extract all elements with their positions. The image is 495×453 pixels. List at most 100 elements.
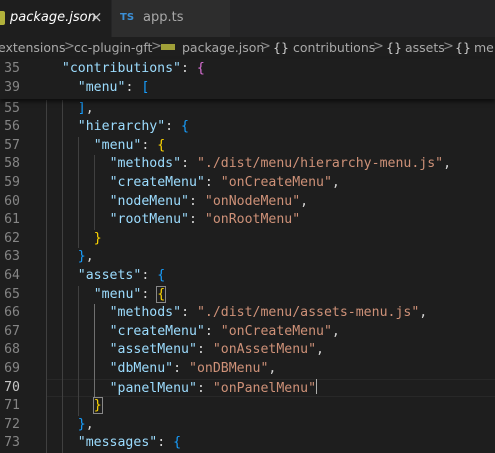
indent-guide [93,304,95,398]
code-line[interactable]: 71} [0,397,495,416]
code-text: "messages": { [78,434,181,453]
bracket: } [77,249,86,265]
code-line[interactable]: 72}, [0,416,495,435]
line-number: 71 [4,398,20,414]
text-cursor [316,378,318,394]
code-line[interactable]: 65 "menu": { [0,285,495,305]
code-line[interactable]: 62} [0,230,495,249]
breadcrumb-item-package-json[interactable]: package.json [182,40,264,55]
line-number: 72 [4,416,20,432]
punctuation: , [268,360,277,376]
json-string: "./dist/menu/hierarchy-menu.js" [196,156,444,172]
punctuation: , [85,249,94,265]
code-line[interactable]: 64 "assets": { [0,267,495,286]
punctuation: : [157,435,174,451]
tab-label: package.json [10,10,96,25]
punctuation: : [189,193,205,209]
code-line[interactable]: 63}, [0,248,495,267]
json-key: "messages" [77,435,158,451]
code-line[interactable]: 39 "menu": [ [0,79,495,98]
breadcrumb-item-extensions[interactable]: extensions [0,40,65,55]
object-icon: {} [386,40,402,55]
json-key: "menu" [93,286,142,302]
chevron-right-icon: > [443,39,454,54]
code-text: "assets": { [78,267,165,286]
code-line[interactable]: 69 "dbMenu": "onDBMenu", [0,360,495,379]
code-line[interactable]: 66 "methods": "./dist/menu/assets-menu.js… [0,304,495,323]
line-number: 39 [4,79,20,95]
sticky-scroll-header[interactable]: 35 "contributions": {39 "menu": [ [0,59,495,99]
breadcrumb-item-menu[interactable]: menu [474,40,495,55]
close-icon[interactable]: × [90,8,103,26]
punctuation: : [173,360,190,376]
tab-package-json[interactable]: package.json × [0,0,111,37]
punctuation: : [189,212,205,228]
bracket: { [157,267,166,283]
line-number: 57 [4,137,20,153]
punctuation: : [141,137,158,153]
code-line[interactable]: 55], [0,100,495,119]
code-line[interactable]: 60 "nodeMenu": "onNodeMenu", [0,193,495,212]
json-string: "onPanelMenu" [212,380,317,396]
code-line[interactable]: 57 "menu": { [0,137,495,156]
punctuation: : [196,342,213,358]
json-key: "createMenu" [109,323,205,339]
code-line[interactable]: 58 "methods": "./dist/menu/hierarchy-menu… [0,155,495,174]
code-text: "hierarchy": { [78,118,189,137]
code-text: "dbMenu": "onDBMenu", [110,360,277,379]
punctuation: , [331,174,340,190]
typescript-file-icon: TS [120,12,135,23]
code-text: }, [78,416,94,435]
breadcrumb: extensions > cc-plugin-gft > package.jso… [0,37,495,59]
json-key: "hierarchy" [77,119,166,135]
indent-guide [77,136,79,249]
json-string: "onAssetMenu" [212,342,317,358]
json-key: "methods" [109,305,182,321]
line-number: 56 [4,119,20,135]
punctuation: : [165,119,182,135]
code-text: ], [78,100,94,119]
json-string: "onNodeMenu" [204,193,301,209]
tab-app-ts[interactable]: TS app.ts [112,0,230,37]
line-number: 66 [4,305,20,321]
line-number: 68 [4,342,20,358]
punctuation: : [204,323,221,339]
tab-label: app.ts [143,10,184,25]
code-line[interactable]: 73 "messages": { [0,434,495,453]
line-number: 64 [4,267,20,283]
json-key: "assetMenu" [109,342,197,358]
code-line[interactable]: 67 "createMenu": "onCreateMenu", [0,323,495,342]
json-key: "contributions" [61,61,181,76]
code-text: "rootMenu": "onRootMenu" [110,211,301,230]
json-string: "onDBMenu" [189,360,269,376]
punctuation: : [141,286,158,302]
code-line[interactable]: 70 "panelMenu": "onPanelMenu" [0,378,495,399]
json-key: "dbMenu" [109,360,174,376]
json-key: "menu" [77,79,126,95]
code-text: "panelMenu": "onPanelMenu" [109,378,318,399]
json-string: "onRootMenu" [204,212,301,228]
punctuation: : [125,79,142,95]
code-line[interactable]: 61 "rootMenu": "onRootMenu" [0,211,495,230]
code-line[interactable]: 35 "contributions": { [0,60,495,79]
code-line[interactable]: 68 "assetMenu": "onAssetMenu", [0,341,495,360]
punctuation: , [331,323,340,339]
code-editor[interactable]: 35 "contributions": {39 "menu": [ 55], 56 "h… [0,59,495,453]
chevron-right-icon: > [260,39,271,54]
punctuation: , [85,416,94,432]
breadcrumb-item-assets[interactable]: assets [405,40,445,55]
breadcrumb-item-cc-plugin-gft[interactable]: cc-plugin-gft [74,40,152,55]
breadcrumb-item-contributions[interactable]: contributions [293,40,375,55]
json-key: "menu" [93,137,142,153]
object-icon: {} [273,40,289,55]
code-line[interactable]: 59 "createMenu": "onCreateMenu", [0,174,495,193]
bracket: } [93,230,102,246]
code-line[interactable]: 56 "hierarchy": { [0,118,495,137]
json-key: "panelMenu" [109,380,197,396]
line-number: 70 [4,379,20,395]
punctuation: : [196,380,213,396]
code-text: } [92,397,103,416]
punctuation: : [181,156,197,172]
punctuation: , [443,156,452,172]
punctuation: , [316,342,324,358]
